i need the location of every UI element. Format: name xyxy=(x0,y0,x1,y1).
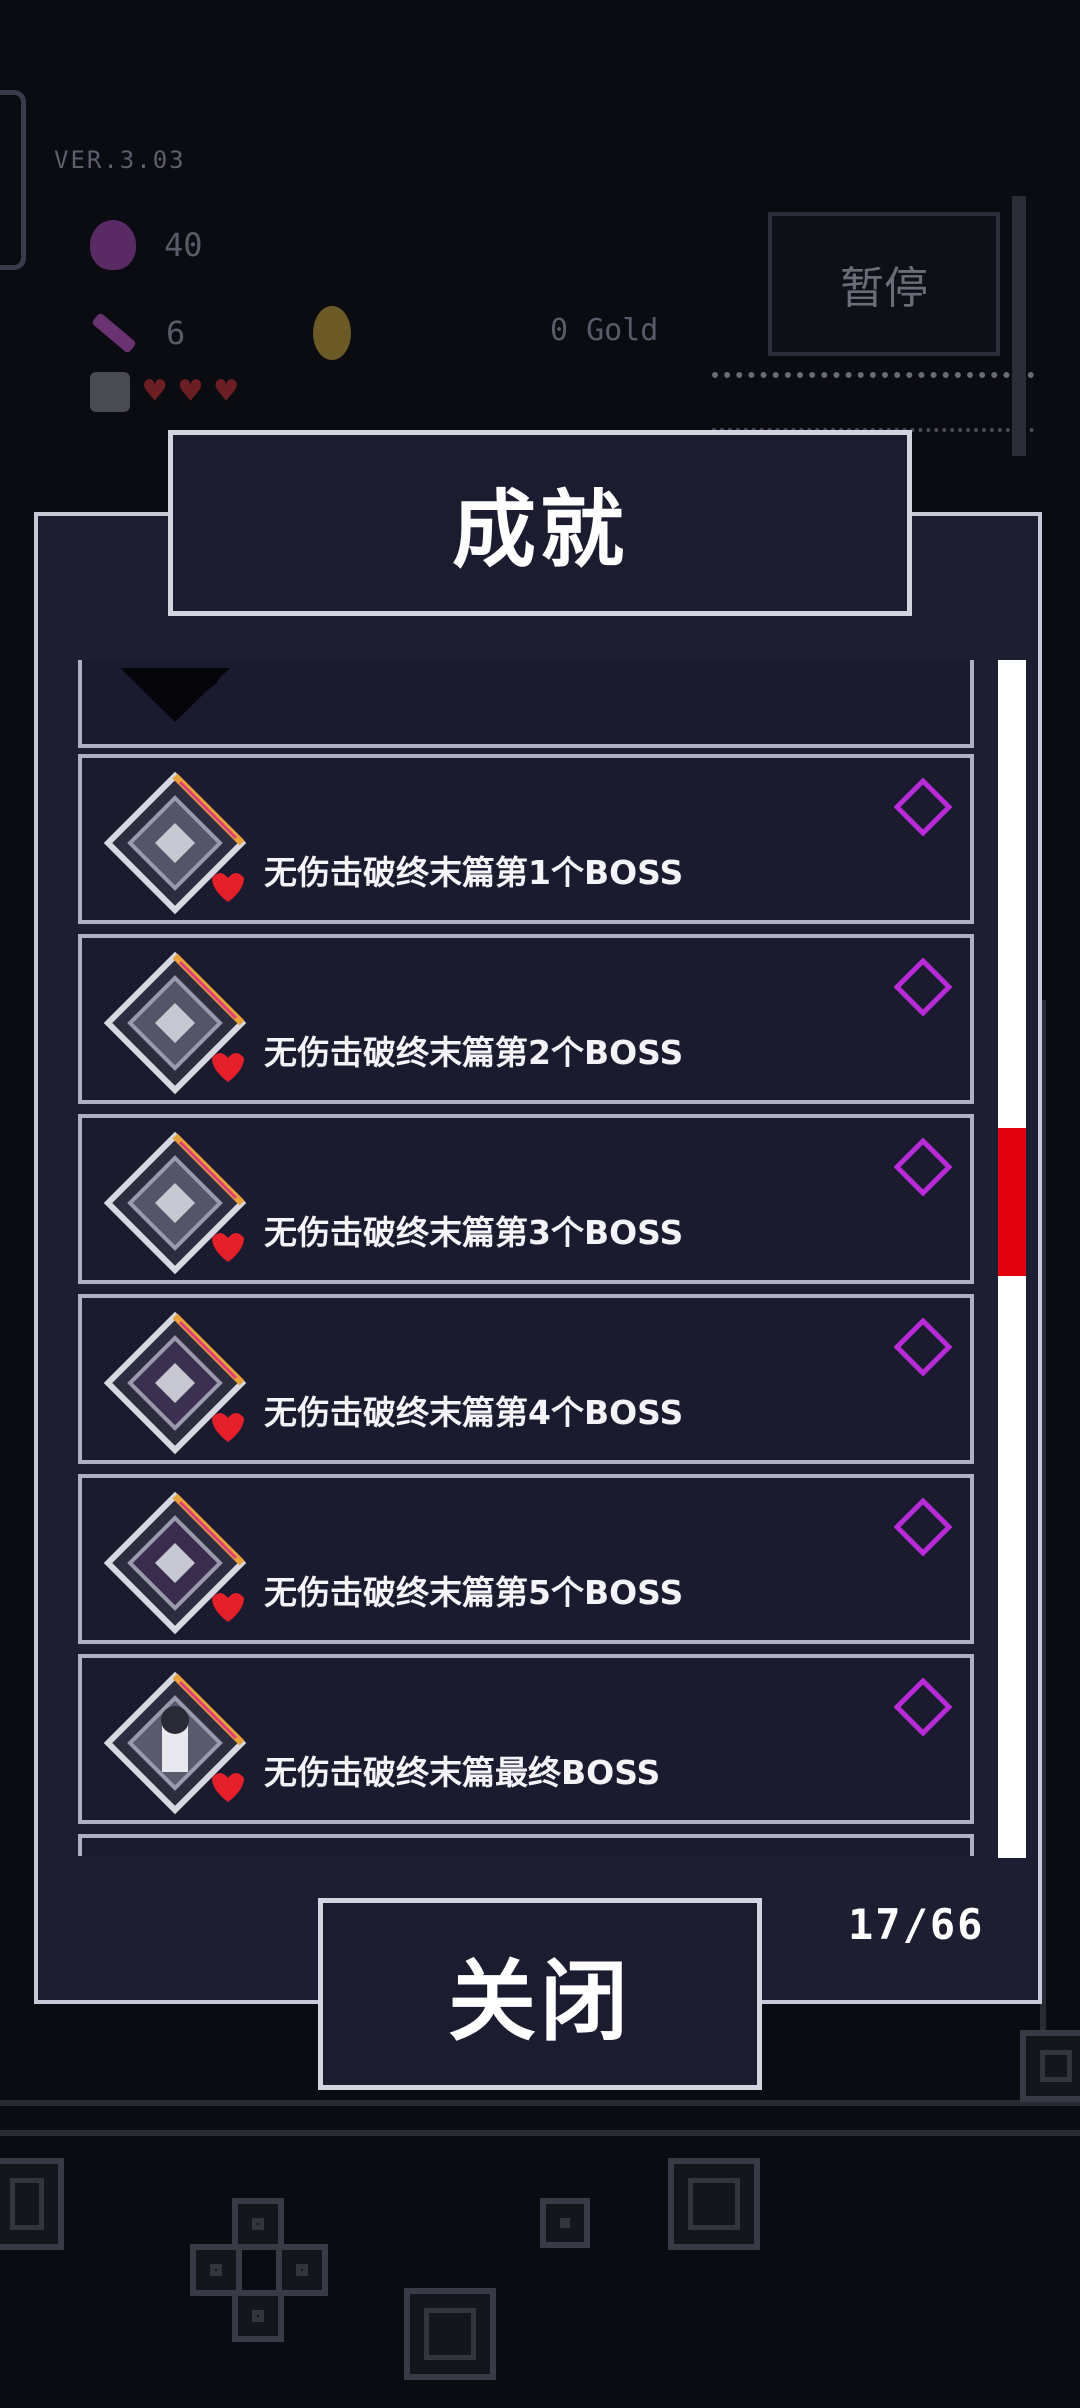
boss-badge-icon xyxy=(103,1491,247,1635)
floor-tile xyxy=(1020,2030,1080,2102)
achievement-label: 无伤击破终末篇第2个BOSS xyxy=(264,1033,684,1072)
achievement-label: 无伤击破终末篇第5个BOSS xyxy=(264,1573,684,1612)
locked-badge-icon xyxy=(120,668,230,722)
floor-tile xyxy=(540,2198,590,2248)
pause-button[interactable]: 暂停 xyxy=(768,212,1000,356)
left-frame-decoration xyxy=(0,90,26,270)
achievement-row[interactable]: 无伤击破终末篇第5个BOSS xyxy=(78,1474,974,1644)
floor-line xyxy=(0,2130,1080,2136)
rarity-gem-icon xyxy=(894,1498,952,1556)
wand-count: 6 xyxy=(166,314,186,352)
wand-icon xyxy=(91,312,137,354)
achievement-row[interactable]: 无伤击破终末篇最终BOSS xyxy=(78,1654,974,1824)
floor-tile xyxy=(668,2158,760,2250)
heart-icon: ♥ xyxy=(179,371,202,412)
achievement-row[interactable]: 无伤击破终末篇第3个BOSS xyxy=(78,1114,974,1284)
ornament-frame xyxy=(712,372,1034,432)
boss-badge-icon xyxy=(103,1131,247,1275)
potion-count: 40 xyxy=(164,226,203,264)
floor-tile xyxy=(404,2288,496,2380)
list-scrollbar[interactable] xyxy=(998,660,1026,1858)
achievement-row[interactable]: 无伤击破终末篇第2个BOSS xyxy=(78,934,974,1104)
scrollbar-thumb[interactable] xyxy=(998,1128,1026,1276)
heart-icon: ♥ xyxy=(215,371,238,412)
achievement-row[interactable] xyxy=(78,1834,974,1856)
achievement-label: 无伤击破终末篇第4个BOSS xyxy=(264,1393,684,1432)
heart-icon: ♥ xyxy=(144,371,166,412)
rarity-gem-icon xyxy=(894,958,952,1016)
rarity-gem-icon xyxy=(894,1678,952,1736)
rarity-gem-icon xyxy=(894,1138,952,1196)
floor-tile xyxy=(0,2158,64,2250)
achievement-label: 无伤击破终末篇第3个BOSS xyxy=(264,1213,684,1252)
achievement-row[interactable]: 无伤击破终末篇第1个BOSS xyxy=(78,754,974,924)
rarity-gem-icon xyxy=(894,778,952,836)
achievement-row[interactable]: ?????????????? xyxy=(78,660,974,748)
gold-coin-icon xyxy=(313,306,352,360)
achievement-row[interactable]: 无伤击破终末篇第4个BOSS xyxy=(78,1294,974,1464)
achievement-list[interactable]: ?????????????? 无伤击破终末篇第1个BOSS 无伤击破终末篇第2个… xyxy=(78,660,976,1856)
achievement-label: 无伤击破终末篇第1个BOSS xyxy=(264,853,684,892)
health-stat: ♥ ♥ ♥ xyxy=(90,372,237,412)
floor-tile xyxy=(190,2244,242,2296)
dialog-title: 成就 xyxy=(168,430,912,616)
potion-stat: 40 xyxy=(90,220,203,270)
badge-icon xyxy=(100,1848,250,1856)
floor-tile xyxy=(232,2198,284,2250)
boss-badge-icon xyxy=(103,1311,247,1455)
floor-line xyxy=(0,2100,1080,2106)
rail-decoration xyxy=(1012,196,1026,456)
boss-badge-icon xyxy=(103,951,247,1095)
rarity-gem-icon xyxy=(894,1318,952,1376)
version-label: VER.3.03 xyxy=(54,146,186,174)
wand-stat: 6 xyxy=(90,306,352,360)
floor-tile xyxy=(232,2290,284,2342)
close-button[interactable]: 关闭 xyxy=(318,1898,762,2090)
floor-tile xyxy=(276,2244,328,2296)
character-icon xyxy=(90,372,130,412)
potion-icon xyxy=(90,220,136,270)
boss-badge-icon xyxy=(103,771,247,915)
achievement-progress: 17/66 xyxy=(848,1900,985,1949)
final-boss-badge-icon xyxy=(103,1671,247,1815)
gold-amount: 0 Gold xyxy=(550,313,659,348)
achievement-label: 无伤击破终末篇最终BOSS xyxy=(264,1753,661,1792)
